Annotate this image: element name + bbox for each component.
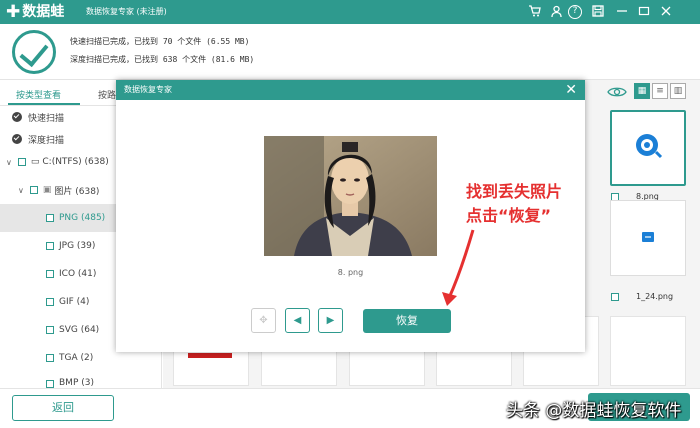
checkbox[interactable] [46, 270, 54, 278]
restore-icon[interactable] [637, 5, 651, 19]
image-folder-icon: ▣ [42, 185, 52, 195]
previous-button[interactable]: ◀ [285, 308, 310, 333]
checkbox[interactable] [611, 292, 619, 301]
tree-item-label: PNG (485) [59, 213, 106, 223]
list-view-icon[interactable]: ≡ [652, 83, 668, 99]
annotation-arrow [442, 229, 475, 306]
chevron-down-icon: ∨ [6, 157, 12, 167]
pictures-label: 图片 (638) [54, 186, 100, 197]
complete-check-icon [12, 30, 56, 74]
file-name: 1_24.png [636, 292, 674, 301]
checked-icon [12, 112, 22, 122]
next-button[interactable]: ▶ [318, 308, 343, 333]
file-thumbnail[interactable] [610, 200, 686, 276]
tree-item-label: JPG (39) [59, 241, 96, 251]
cart-icon[interactable] [527, 5, 541, 19]
quick-scan-status: 快速扫描已完成，已找到 70 个文件 (6.55 MB) [70, 37, 250, 46]
tree-item-label: SVG (64) [59, 325, 100, 335]
logo-icon: ✚ [6, 2, 21, 22]
annotation-line-1: 找到丢失照片 [466, 182, 563, 201]
file-label[interactable]: 1_24.png [611, 292, 673, 301]
checked-icon [12, 134, 22, 144]
back-button[interactable]: 返回 [12, 395, 114, 421]
recover-button[interactable]: 恢复 [363, 309, 451, 333]
app-name: 数据蛙 [22, 4, 65, 20]
drive-icon: ▭ [30, 157, 40, 167]
detail-view-icon[interactable]: ▥ [670, 83, 686, 99]
preview-filename: 8. png [337, 268, 364, 277]
title-bar: ✚ 数据蛙 数据恢复专家 (未注册) ? [0, 0, 700, 24]
help-icon[interactable]: ? [568, 5, 582, 19]
tab-by-path[interactable]: 按路 [98, 88, 116, 101]
drive-label: C:(NTFS) (638) [42, 157, 109, 167]
quick-scan-label: 快速扫描 [28, 113, 65, 124]
tab-by-type[interactable]: 按类型查看 [16, 88, 61, 101]
active-tab-underline [8, 103, 80, 105]
thumbnail-fragment [188, 353, 232, 358]
deep-scan-status: 深度扫描已完成，已找到 638 个文件 (81.6 MB) [70, 55, 255, 64]
tree-item-label: GIF (4) [59, 297, 90, 307]
checkbox[interactable] [17, 158, 26, 166]
video-app-icon [636, 134, 663, 159]
grid-view-icon[interactable]: ▦ [634, 83, 650, 99]
tree-item-label: ICO (41) [59, 269, 97, 279]
dialog-title-bar: 数据恢复专家 ✕ [116, 80, 585, 100]
photo-preview [264, 136, 437, 256]
save-icon[interactable] [591, 5, 605, 19]
deep-scan-label: 深度扫描 [28, 135, 65, 146]
user-icon[interactable] [549, 5, 563, 19]
checkbox[interactable] [46, 242, 54, 250]
tree-item-label: BMP (3) [59, 378, 94, 388]
dialog-title: 数据恢复专家 [124, 85, 172, 94]
eye-icon[interactable] [607, 84, 627, 98]
checkbox[interactable] [46, 298, 54, 306]
file-thumbnail[interactable] [610, 110, 686, 186]
close-icon[interactable] [659, 5, 673, 19]
tree-item-label: TGA (2) [59, 353, 94, 363]
view-mode-switch: ▦ ≡ ▥ [632, 83, 686, 99]
app-subtitle: 数据恢复专家 (未注册) [86, 7, 167, 16]
scan-summary: 快速扫描已完成，已找到 70 个文件 (6.55 MB) 深度扫描已完成，已找到… [0, 24, 700, 80]
watermark: 头条 @数据蛙恢复软件 [506, 401, 682, 421]
checkbox[interactable] [46, 354, 54, 362]
annotation-line-2: 点击“恢复” [466, 206, 552, 225]
minimize-icon[interactable] [615, 5, 629, 19]
close-icon[interactable]: ✕ [565, 80, 577, 100]
preview-image [264, 136, 437, 256]
file-thumbnail[interactable] [610, 316, 686, 386]
app-logo: ✚ 数据蛙 [6, 2, 64, 22]
checkbox[interactable] [29, 186, 38, 194]
tree-item-bmp[interactable]: BMP (3) [0, 370, 162, 388]
zoom-button[interactable]: ✥ [251, 308, 276, 333]
checkbox[interactable] [46, 326, 54, 334]
folder-icon [642, 232, 654, 242]
checkbox[interactable] [46, 380, 54, 388]
checkbox[interactable] [46, 214, 54, 222]
chevron-down-icon: ∨ [18, 185, 24, 195]
